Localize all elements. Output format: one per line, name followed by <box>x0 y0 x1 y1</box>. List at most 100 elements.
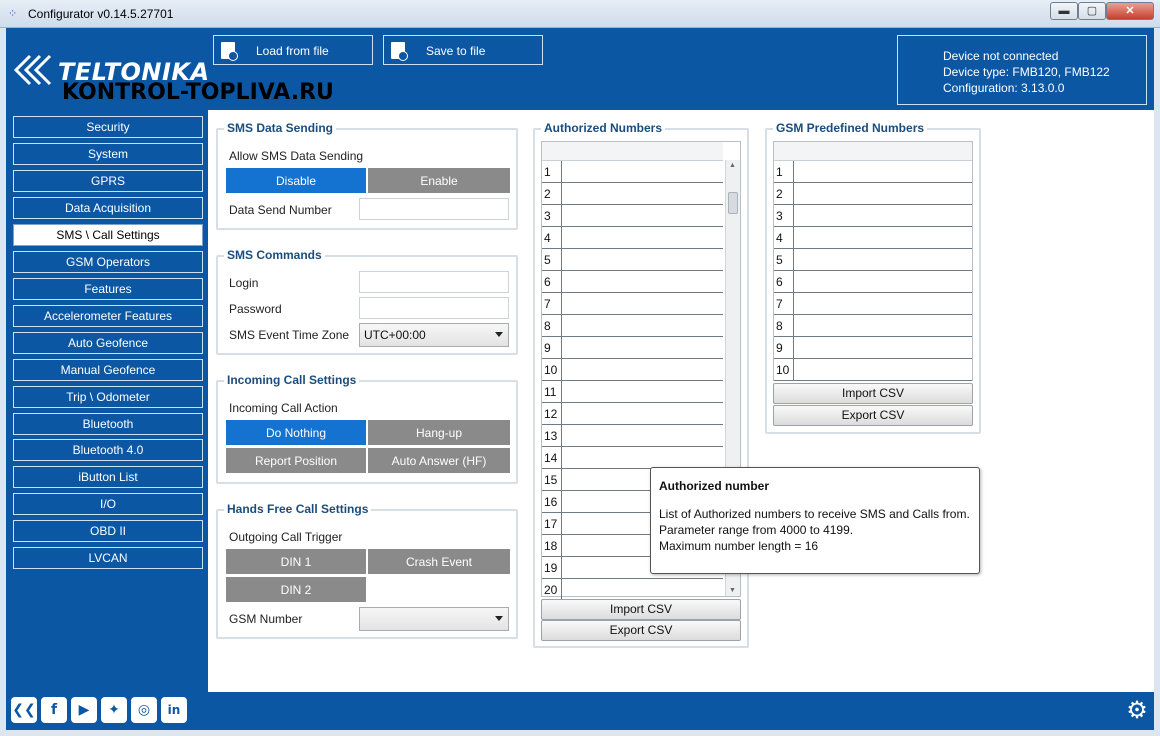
din2-button[interactable]: DIN 2 <box>225 576 367 603</box>
save-to-file-button[interactable]: Save to file <box>383 35 543 65</box>
crash-event-button[interactable]: Crash Event <box>367 548 511 575</box>
sidebar-item-features[interactable]: Features <box>13 278 203 300</box>
sidebar-item-io[interactable]: I/O <box>13 493 203 515</box>
sidebar-item-lvcan[interactable]: LVCAN <box>13 547 203 569</box>
table-row[interactable]: 2 <box>774 183 972 205</box>
instagram-icon[interactable]: ◎ <box>131 697 157 723</box>
number-cell[interactable] <box>561 579 723 601</box>
youtube-icon[interactable]: ▶ <box>71 697 97 723</box>
sidebar-item-trip-odometer[interactable]: Trip \ Odometer <box>13 386 203 408</box>
number-cell[interactable] <box>561 205 723 227</box>
sidebar-item-ibutton-list[interactable]: iButton List <box>13 466 203 488</box>
number-cell[interactable] <box>793 271 972 293</box>
table-row[interactable]: 3 <box>774 205 972 227</box>
facebook-icon[interactable]: f <box>41 697 67 723</box>
table-row[interactable]: 5 <box>542 249 723 271</box>
sidebar-item-system[interactable]: System <box>13 143 203 165</box>
sidebar-item-bluetooth[interactable]: Bluetooth <box>13 413 203 435</box>
table-row[interactable]: 7 <box>774 293 972 315</box>
disable-button[interactable]: Disable <box>225 167 367 194</box>
number-cell[interactable] <box>561 425 723 447</box>
table-row[interactable]: 6 <box>774 271 972 293</box>
number-cell[interactable] <box>561 161 723 183</box>
number-cell[interactable] <box>561 293 723 315</box>
number-cell[interactable] <box>793 337 972 359</box>
number-cell[interactable] <box>561 249 723 271</box>
table-row[interactable]: 13 <box>542 425 723 447</box>
auth-import-csv-button[interactable]: Import CSV <box>541 599 741 620</box>
table-row[interactable]: 6 <box>542 271 723 293</box>
enable-button[interactable]: Enable <box>367 167 511 194</box>
sidebar-item-obd-ii[interactable]: OBD II <box>13 520 203 542</box>
report-position-button[interactable]: Report Position <box>225 447 367 474</box>
table-row[interactable]: 10 <box>542 359 723 381</box>
load-from-file-button[interactable]: Load from file <box>213 35 373 65</box>
gsm-number-select[interactable] <box>359 607 509 631</box>
table-row[interactable]: 10 <box>774 359 972 381</box>
table-row[interactable]: 14 <box>542 447 723 469</box>
table-row[interactable]: 4 <box>542 227 723 249</box>
scroll-down-icon[interactable]: ▼ <box>729 587 736 594</box>
minimize-button[interactable]: ▬ <box>1050 2 1078 20</box>
sidebar-item-security[interactable]: Security <box>13 116 203 138</box>
maximize-button[interactable]: ▢ <box>1078 2 1106 20</box>
table-row[interactable]: 9 <box>774 337 972 359</box>
number-cell[interactable] <box>561 381 723 403</box>
sidebar-item-manual-geofence[interactable]: Manual Geofence <box>13 359 203 381</box>
number-cell[interactable] <box>561 337 723 359</box>
login-input[interactable] <box>359 271 509 293</box>
sidebar-item-sms-call-settings[interactable]: SMS \ Call Settings <box>13 224 203 246</box>
settings-gear-icon[interactable]: ⚙ <box>1124 698 1150 724</box>
table-row[interactable]: 7 <box>542 293 723 315</box>
linkedin-icon[interactable]: in <box>161 697 187 723</box>
timezone-select[interactable]: UTC+00:00 <box>359 323 509 347</box>
table-row[interactable]: 2 <box>542 183 723 205</box>
number-cell[interactable] <box>561 403 723 425</box>
number-cell[interactable] <box>561 359 723 381</box>
number-cell[interactable] <box>793 249 972 271</box>
number-cell[interactable] <box>561 227 723 249</box>
table-row[interactable]: 5 <box>774 249 972 271</box>
table-row[interactable]: 4 <box>774 227 972 249</box>
gsm-export-csv-button[interactable]: Export CSV <box>773 405 973 426</box>
sidebar-item-gsm-operators[interactable]: GSM Operators <box>13 251 203 273</box>
number-cell[interactable] <box>793 161 972 183</box>
number-cell[interactable] <box>561 447 723 469</box>
auth-export-csv-button[interactable]: Export CSV <box>541 620 741 641</box>
number-cell[interactable] <box>561 315 723 337</box>
din1-button[interactable]: DIN 1 <box>225 548 367 575</box>
auto-answer-button[interactable]: Auto Answer (HF) <box>367 447 511 474</box>
close-button[interactable]: ✕ <box>1106 2 1154 20</box>
sidebar-item-data-acquisition[interactable]: Data Acquisition <box>13 197 203 219</box>
scrollbar-thumb[interactable] <box>728 192 738 214</box>
number-cell[interactable] <box>561 271 723 293</box>
twitter-icon[interactable]: ✦ <box>101 697 127 723</box>
sidebar-item-auto-geofence[interactable]: Auto Geofence <box>13 332 203 354</box>
data-send-number-input[interactable] <box>359 198 509 220</box>
number-cell[interactable] <box>793 359 972 381</box>
number-cell[interactable] <box>561 183 723 205</box>
table-row[interactable]: 1 <box>774 161 972 183</box>
number-cell[interactable] <box>793 205 972 227</box>
password-input[interactable] <box>359 297 509 319</box>
scroll-up-icon[interactable]: ▲ <box>729 162 736 169</box>
table-row[interactable]: 12 <box>542 403 723 425</box>
table-row[interactable]: 8 <box>774 315 972 337</box>
gsm-predefined-numbers-table[interactable]: 1 2 3 4 5 6 7 8 9 10 <box>773 141 973 381</box>
gsm-import-csv-button[interactable]: Import CSV <box>773 383 973 404</box>
hang-up-button[interactable]: Hang-up <box>367 419 511 446</box>
table-row[interactable]: 3 <box>542 205 723 227</box>
sidebar-item-bluetooth-4[interactable]: Bluetooth 4.0 <box>13 439 203 461</box>
do-nothing-button[interactable]: Do Nothing <box>225 419 367 446</box>
table-row[interactable]: 11 <box>542 381 723 403</box>
table-row[interactable]: 8 <box>542 315 723 337</box>
number-cell[interactable] <box>793 315 972 337</box>
number-cell[interactable] <box>793 293 972 315</box>
table-row[interactable]: 9 <box>542 337 723 359</box>
sidebar-item-gprs[interactable]: GPRS <box>13 170 203 192</box>
number-cell[interactable] <box>793 183 972 205</box>
number-cell[interactable] <box>793 227 972 249</box>
teltonika-icon[interactable]: ❮❮ <box>11 697 37 723</box>
table-row[interactable]: 20 <box>542 579 723 601</box>
sidebar-item-accelerometer-features[interactable]: Accelerometer Features <box>13 305 203 327</box>
